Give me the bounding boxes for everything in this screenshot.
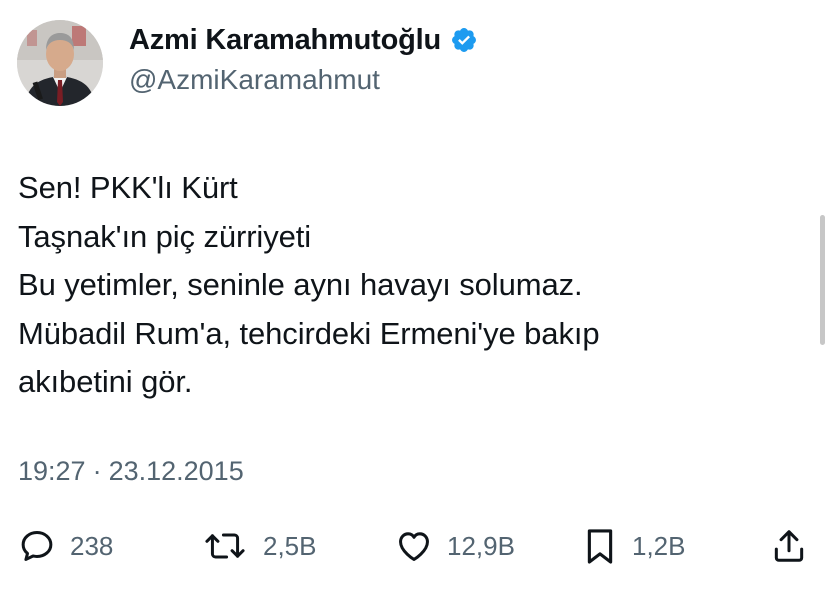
- tweet-line: akıbetini gör.: [18, 364, 193, 399]
- reply-count: 238: [70, 530, 114, 561]
- reply-icon: [18, 527, 56, 565]
- tweet-time: 19:27: [18, 456, 86, 486]
- timestamp-separator: ·: [92, 456, 102, 486]
- tweet-line: Mübadil Rum'a, tehcirdeki Ermeni'ye bakı…: [18, 315, 600, 351]
- tweet-card: Azmi Karamahmutoğlu @AzmiKaramahmut Sen!…: [0, 0, 828, 604]
- bookmark-count: 1,2B: [632, 530, 686, 561]
- tweet-timestamp[interactable]: 19:27 · 23.12.2015: [18, 456, 244, 487]
- author-handle[interactable]: @AzmiKaramahmut: [129, 64, 380, 96]
- tweet-text: Sen! PKK'lı Kürt Taşnak'ın piç zürriyeti…: [18, 164, 600, 407]
- heart-icon: [395, 527, 433, 565]
- verified-badge-icon[interactable]: [450, 26, 478, 54]
- profile-photo-icon: [17, 20, 103, 106]
- tweet-date: 23.12.2015: [108, 456, 244, 486]
- retweet-button[interactable]: 2,5B: [203, 520, 317, 572]
- author-name-row: Azmi Karamahmutoğlu: [129, 22, 478, 58]
- display-name[interactable]: Azmi Karamahmutoğlu: [129, 24, 441, 57]
- like-count: 12,9B: [447, 530, 515, 561]
- tweet-line: Taşnak'ın piç zürriyeti: [18, 218, 312, 254]
- tweet-line: Bu yetimler, seninle aynı havayı solumaz…: [18, 267, 583, 302]
- tweet-line: Sen! PKK'lı Kürt: [18, 170, 238, 205]
- share-icon: [770, 527, 808, 565]
- reply-button[interactable]: 238: [18, 520, 113, 572]
- retweet-icon: [203, 527, 247, 565]
- retweet-count: 2,5B: [263, 530, 317, 561]
- like-button[interactable]: 12,9B: [395, 520, 515, 572]
- scrollbar[interactable]: [820, 215, 825, 345]
- bookmark-icon: [582, 526, 618, 566]
- avatar[interactable]: [17, 20, 103, 106]
- action-bar: 238 2,5B 12,9B 1,2B: [0, 520, 828, 572]
- share-button[interactable]: [770, 520, 808, 572]
- bookmark-button[interactable]: 1,2B: [582, 520, 686, 572]
